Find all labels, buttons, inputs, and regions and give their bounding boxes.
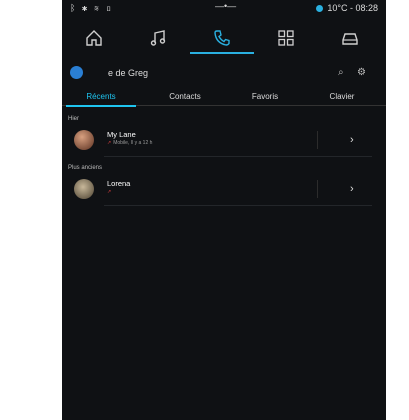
contact-name: Lorena [107,179,131,188]
home-icon[interactable] [62,20,126,54]
status-right: 10°C - 08:28 [315,3,378,13]
call-row[interactable]: My Lane ↗ Mobile, Il y a 12 h › [62,126,372,157]
call-row[interactable]: Lorena ↗ › [62,175,372,206]
tab-keypad[interactable]: Clavier [306,88,378,106]
clock: 08:28 [355,3,378,13]
row-separator [104,205,372,206]
tab-contacts[interactable]: Contacts [146,88,224,106]
status-bar: ᛒ ✱ ≋ ▯ —•— 10°C - 08:28 [62,0,386,16]
tab-bar: Récents Contacts Favoris Clavier [62,88,386,107]
divider [317,180,318,198]
outside-temperature: 10°C [327,3,348,13]
missed-call-icon: ↗ [107,189,112,195]
infotainment-screen: ᛒ ✱ ≋ ▯ —•— 10°C - 08:28 e de Greg ⌕ ⚙ R… [62,0,386,420]
connection-dot-icon [315,5,323,12]
section-label-yesterday: Hier [68,116,80,122]
bluetooth-phone-icon [70,66,83,79]
settings-icon[interactable]: ⚙ [357,67,366,78]
missed-call-icon: ↗ [107,140,112,146]
chevron-right-icon[interactable]: › [350,134,354,146]
phone-bar: e de Greg ⌕ ⚙ [62,62,386,84]
car-icon[interactable] [318,20,382,54]
phone-name[interactable]: e de Greg [108,68,148,78]
call-detail: ↗ Mobile, Il y a 12 h [107,140,152,146]
call-detail-text: Mobile, Il y a 12 h [113,140,153,146]
search-icon[interactable]: ⌕ [338,67,344,78]
contact-name: My Lane [107,130,136,139]
tab-recents[interactable]: Récents [66,88,136,107]
apps-icon[interactable] [254,20,318,54]
tab-favorites[interactable]: Favoris [230,88,300,106]
page-indicator: —•— [215,1,237,11]
status-separator: - [349,3,353,13]
status-icons: ᛒ ✱ ≋ ▯ [70,3,114,13]
call-detail: ↗ [107,189,113,195]
section-label-older: Plus anciens [68,165,103,171]
app-bar [62,20,386,54]
row-separator [104,156,372,157]
chevron-right-icon[interactable]: › [350,183,354,195]
phone-icon[interactable] [190,20,254,54]
music-icon[interactable] [126,20,190,54]
divider [317,131,318,149]
contact-avatar [74,130,94,150]
contact-avatar [74,179,94,199]
